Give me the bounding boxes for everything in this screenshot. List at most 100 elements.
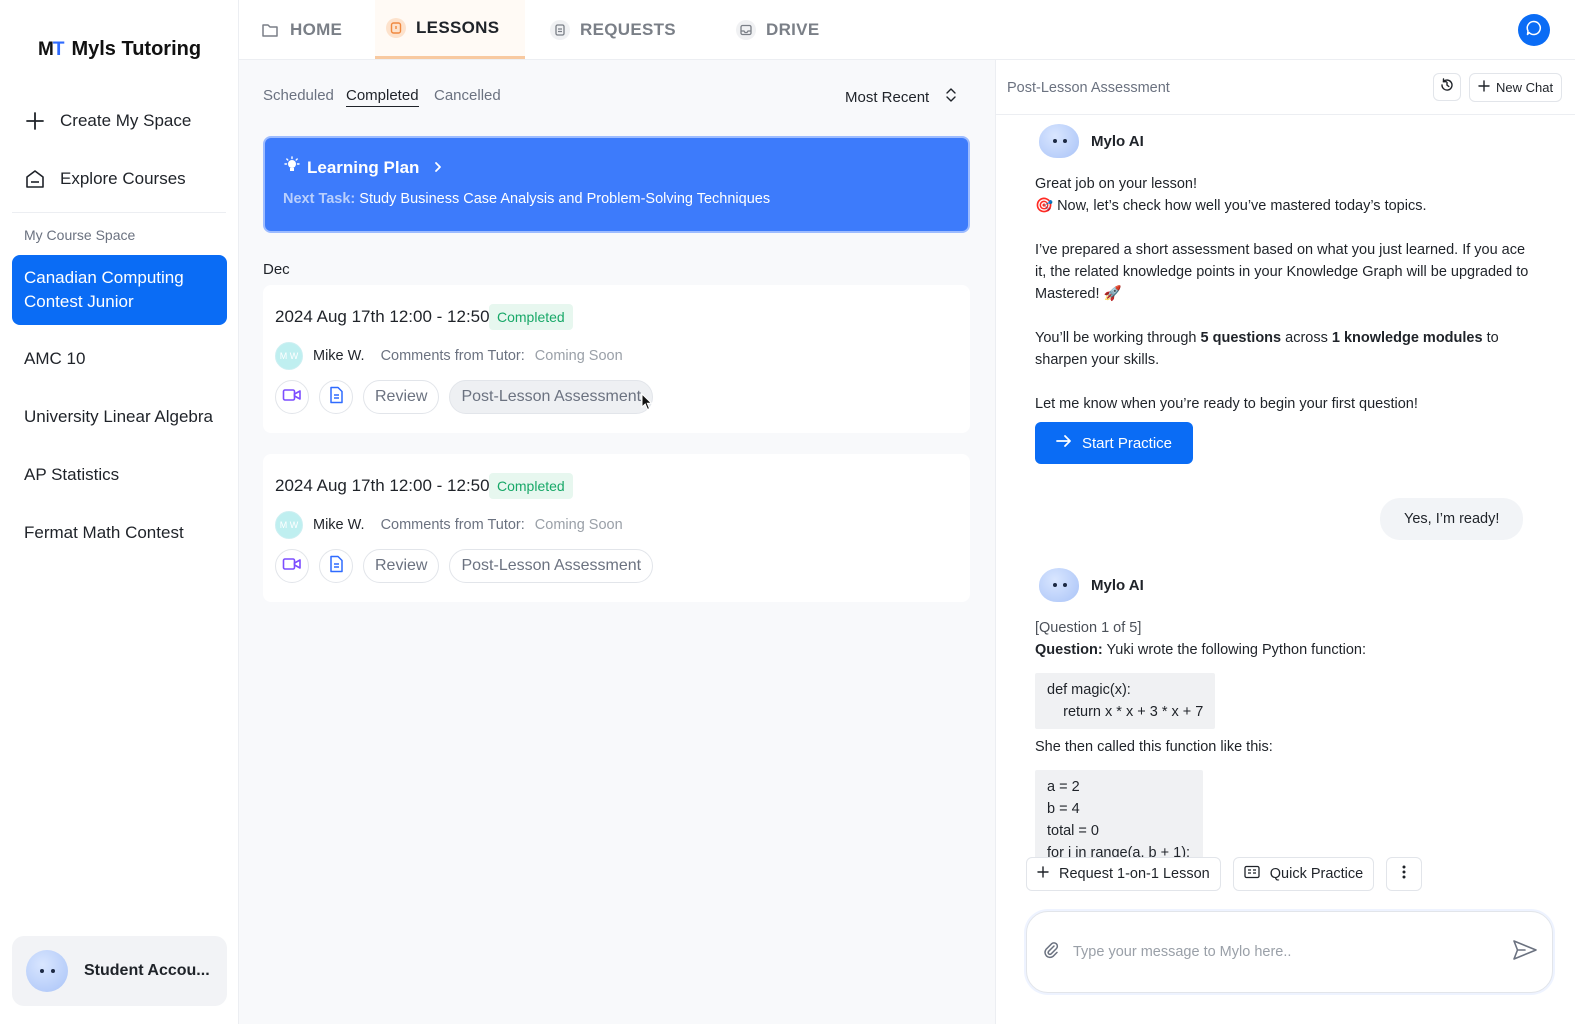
message-paragraph: She then called this function like this: [1035, 739, 1273, 755]
comments-label: Comments from Tutor: [380, 517, 525, 533]
lesson-date: 2024 Aug 17th 12:00 - 12:50 [275, 476, 490, 495]
tab-home[interactable]: HOME [260, 0, 342, 59]
create-space-button[interactable]: Create My Space [24, 106, 191, 136]
tab-requests[interactable]: REQUESTS [550, 0, 676, 59]
comments-label: Comments from Tutor: [380, 348, 525, 364]
clipboard-icon [550, 19, 570, 40]
request-lesson-button[interactable]: Request 1-on-1 Lesson [1026, 857, 1221, 891]
tutor-name: Mike W. [313, 348, 365, 364]
more-options-button[interactable] [1386, 857, 1423, 891]
quick-actions: Request 1-on-1 Lesson Quick Practice [1026, 857, 1423, 891]
course-space-heading: My Course Space [24, 227, 136, 243]
notes-button[interactable] [319, 549, 353, 583]
lesson-icon [386, 18, 406, 38]
quick-practice-button[interactable]: Quick Practice [1232, 857, 1375, 891]
new-chat-button[interactable]: New Chat [1469, 73, 1563, 102]
sidebar-course-linear-algebra[interactable]: University Linear Algebra [12, 405, 227, 429]
question-line: Question: Yuki wrote the following Pytho… [1035, 642, 1366, 658]
recording-button[interactable] [275, 549, 309, 583]
question-counter: [Question 1 of 5] [1035, 620, 1142, 636]
sidebar-course-amc10[interactable]: AMC 10 [12, 347, 227, 371]
course-label: Canadian Computing Contest Junior [24, 268, 184, 311]
message-paragraph: I’ve prepared a short assessment based o… [1035, 242, 1529, 302]
post-lesson-assessment-button[interactable]: Post-Lesson Assessment [449, 549, 654, 583]
bot-name: Mylo AI [1091, 132, 1144, 150]
app-logo[interactable]: MT Myls Tutoring [38, 38, 201, 61]
chat-title: Post-Lesson Assessment [1007, 80, 1170, 96]
app-name: Myls Tutoring [71, 38, 202, 60]
history-icon [1439, 77, 1455, 98]
comments-value: Coming Soon [534, 517, 623, 533]
more-vertical-icon [1402, 864, 1406, 884]
plus-icon [1037, 866, 1049, 882]
sort-select[interactable]: Most Recent [845, 87, 957, 107]
tutor-avatar: M W [275, 342, 303, 370]
explore-courses-label: Explore Courses [60, 169, 186, 188]
message-line: 🎯 Now, let’s check how well you’ve maste… [1035, 198, 1427, 214]
mylo-avatar [1039, 568, 1079, 602]
tab-drive[interactable]: DRIVE [736, 0, 819, 59]
filter-cancelled[interactable]: Cancelled [434, 87, 501, 104]
arrow-right-icon [1056, 434, 1072, 452]
sidebar-course-ccc-junior[interactable]: Canadian Computing Contest Junior [12, 255, 227, 325]
lesson-card: 2024 Aug 17th 12:00 - 12:50 Completed M … [263, 454, 970, 602]
course-label: AP Statistics [24, 465, 120, 484]
folder-icon [260, 20, 280, 40]
top-nav: HOME LESSONS REQUESTS DRIVE [239, 0, 1575, 60]
code-block: def magic(x): return x * x + 3 * x + 7 [1035, 673, 1216, 729]
plus-icon [24, 110, 46, 132]
chip-label: Request 1-on-1 Lesson [1059, 866, 1210, 882]
home-icon [24, 168, 46, 190]
chat-bubble-icon [1525, 19, 1543, 42]
account-menu[interactable]: Student Accou... [12, 936, 227, 1006]
bot-message-text: Great job on your lesson! 🎯 Now, let’s c… [1035, 173, 1535, 415]
bot-message-header: Mylo AI [1039, 124, 1144, 158]
review-button[interactable]: Review [363, 549, 440, 583]
chat-history-button[interactable] [1433, 73, 1461, 101]
attach-icon[interactable] [1041, 940, 1061, 965]
bot-name: Mylo AI [1091, 576, 1144, 594]
start-practice-button[interactable]: Start Practice [1035, 422, 1193, 464]
review-button[interactable]: Review [363, 380, 440, 414]
course-label: AMC 10 [24, 349, 86, 368]
start-practice-label: Start Practice [1081, 434, 1173, 452]
course-label: University Linear Algebra [24, 407, 213, 426]
message-input[interactable] [1073, 944, 1512, 960]
recording-button[interactable] [275, 380, 309, 414]
learning-plan-title: Learning Plan [307, 157, 420, 177]
document-icon [328, 386, 344, 409]
message-paragraph: Let me know when you’re ready to begin y… [1035, 396, 1418, 412]
user-message: Yes, I’m ready! [1380, 498, 1524, 540]
notes-button[interactable] [319, 380, 353, 414]
inbox-icon [736, 19, 756, 40]
post-lesson-assessment-button[interactable]: Post-Lesson Assessment [449, 380, 654, 414]
tab-label: DRIVE [766, 19, 820, 39]
question-text: [Question 1 of 5] Question: Yuki wrote t… [1035, 617, 1535, 661]
sidebar-course-ap-statistics[interactable]: AP Statistics [12, 463, 227, 487]
bot-message-header: Mylo AI [1039, 568, 1144, 602]
create-space-label: Create My Space [60, 111, 192, 130]
video-icon [282, 556, 302, 577]
send-icon[interactable] [1512, 938, 1538, 967]
status-badge: Completed [489, 304, 573, 330]
assistant-chat-panel: Post-Lesson Assessment New Chat Mylo AI … [995, 60, 1575, 1024]
tab-lessons[interactable]: LESSONS [375, 0, 525, 59]
tutor-name: Mike W. [313, 517, 365, 533]
filter-scheduled[interactable]: Scheduled [263, 87, 334, 104]
explore-courses-button[interactable]: Explore Courses [24, 164, 186, 194]
month-heading: Dec [263, 261, 290, 278]
learning-plan-banner[interactable]: Learning Plan Next Task: Study Business … [263, 136, 970, 233]
status-badge: Completed [489, 473, 573, 499]
sidebar-course-fermat[interactable]: Fermat Math Contest [12, 521, 227, 545]
comments-value: Coming Soon [534, 348, 623, 364]
lightbulb-icon [283, 156, 301, 179]
sort-label: Most Recent [845, 88, 930, 106]
plus-icon [1478, 80, 1490, 95]
tab-label: REQUESTS [580, 19, 676, 39]
message-line: Great job on your lesson! [1035, 176, 1198, 192]
sidebar-divider [12, 212, 226, 213]
chip-label: Quick Practice [1269, 866, 1364, 882]
chat-toggle-button[interactable] [1518, 14, 1550, 46]
filter-completed[interactable]: Completed [346, 87, 419, 107]
message-paragraph: You’ll be working through 5 questions ac… [1035, 330, 1499, 368]
